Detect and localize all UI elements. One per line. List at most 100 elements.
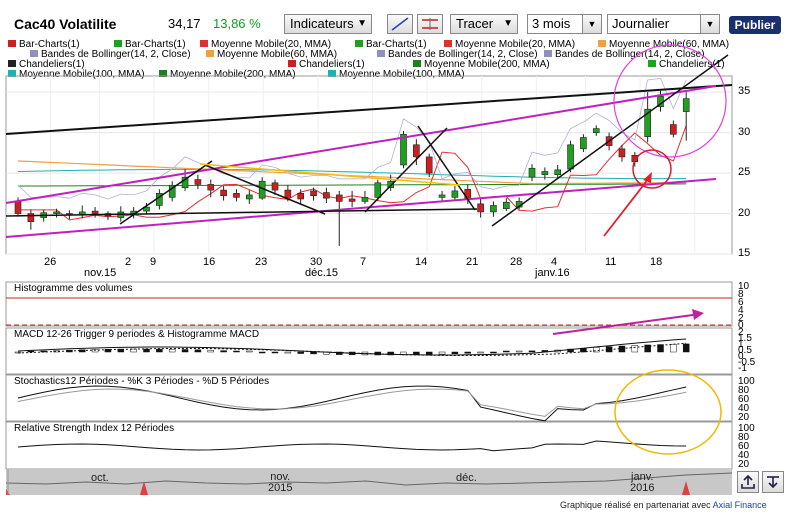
x-tick-label: 18 xyxy=(650,256,663,268)
price-y-tick: 30 xyxy=(738,125,751,138)
footer-text: Graphique réalisé en partenariat avec xyxy=(560,500,711,510)
macd-histogram-bar xyxy=(425,351,433,355)
macd-histogram-bar xyxy=(528,350,536,353)
x-tick-label: 28 xyxy=(510,256,523,268)
candle-body xyxy=(413,144,420,158)
candle-body xyxy=(271,182,279,191)
trendline-up-1 xyxy=(119,160,213,225)
macd-histogram-bar xyxy=(271,351,279,354)
candle-body xyxy=(348,198,356,202)
macd-histogram-bar xyxy=(156,348,163,353)
x-month-label: janv.16 xyxy=(535,267,570,279)
macd-histogram-bar xyxy=(490,351,497,354)
candle-body xyxy=(682,98,690,112)
macd-histogram-bar xyxy=(451,351,459,354)
rsi-y-tick: 20 xyxy=(738,459,750,470)
yellow-trendline xyxy=(199,163,461,186)
candle-body xyxy=(310,190,317,197)
candle-body xyxy=(207,184,215,191)
macd-histogram-bar xyxy=(207,349,214,353)
macd-histogram-bar xyxy=(27,350,35,353)
macd-histogram-bar xyxy=(143,348,150,353)
candle-body xyxy=(490,205,497,213)
candle-body xyxy=(592,128,600,133)
candle-body xyxy=(554,169,562,176)
candle-body xyxy=(477,203,484,213)
candle-body xyxy=(374,182,382,198)
macd-y-tick: -1 xyxy=(738,363,747,374)
price-y-tick: 20 xyxy=(738,206,751,219)
stoch-k-line xyxy=(17,385,687,422)
candle-body xyxy=(284,189,292,198)
footer-brand-link[interactable]: Axial Finance xyxy=(713,500,767,510)
candle-body xyxy=(567,144,574,170)
macd-histogram-bar xyxy=(477,351,484,354)
candle-body xyxy=(27,213,35,222)
navigator-month-oct: oct. xyxy=(91,472,109,484)
macd-histogram-bar xyxy=(682,343,690,353)
macd-histogram-bar xyxy=(670,343,677,353)
macd-trend-arrow xyxy=(552,313,701,335)
horizontal-support-line xyxy=(5,208,478,217)
x-tick-label: 11 xyxy=(605,256,617,268)
navigator-month-jan: janv. 2016 xyxy=(630,471,655,494)
candle-body xyxy=(618,148,626,158)
rsi-panel-label: Relative Strength Index 12 Périodes xyxy=(14,423,175,434)
x-tick-label: 23 xyxy=(255,256,268,268)
macd-panel-label: MACD 12-26 Trigger 9 periodes & Histogra… xyxy=(14,329,260,340)
arrowhead-red xyxy=(643,172,652,183)
macd-histogram-bar xyxy=(194,349,202,353)
trendline-up-3 xyxy=(491,54,729,227)
volume-panel-label: Histogramme des volumes xyxy=(14,283,133,294)
candle-body xyxy=(53,211,60,214)
footer-credit: Graphique réalisé en partenariat avec Ax… xyxy=(560,500,767,510)
candle-body xyxy=(528,167,536,178)
navigator-volatility-line xyxy=(6,469,732,495)
navigator-month-nov: nov. 2015 xyxy=(268,471,293,494)
macd-histogram-bar xyxy=(220,350,227,353)
candle-body xyxy=(194,179,202,185)
time-navigator[interactable]: oct. nov. 2015 déc. janv. 2016 xyxy=(6,469,732,495)
candle-body xyxy=(323,192,330,199)
x-tick-label: 16 xyxy=(203,256,216,268)
arrowhead-magenta xyxy=(692,309,704,320)
macd-histogram-bar xyxy=(464,351,471,354)
candle-body xyxy=(297,193,305,200)
price-y-tick: 35 xyxy=(738,85,751,98)
candle-body xyxy=(233,193,240,198)
export-down-button[interactable] xyxy=(762,471,784,493)
candle-body xyxy=(438,194,446,198)
rsi-line xyxy=(17,440,687,452)
stoch-panel-label: Stochastics12 Périodes - %K 3 Périodes -… xyxy=(14,376,270,387)
highlight-ellipse-yellow xyxy=(614,369,722,455)
candle-body xyxy=(580,137,587,150)
x-tick-label: 9 xyxy=(150,256,157,268)
macd-histogram-bar xyxy=(310,351,317,355)
x-month-label: déc.15 xyxy=(305,267,339,279)
candle-body xyxy=(502,201,510,209)
macd-histogram-bar xyxy=(168,349,176,353)
price-y-tick: 15 xyxy=(738,247,751,259)
macd-histogram-bar xyxy=(503,350,510,353)
macd-histogram-bar xyxy=(515,350,523,353)
macd-histogram-bar xyxy=(246,350,253,353)
candle-body xyxy=(14,201,22,214)
candle-body xyxy=(91,210,99,214)
x-tick-label: 21 xyxy=(466,256,479,268)
candle-body xyxy=(670,124,677,135)
macd-histogram-bar xyxy=(297,351,304,354)
candle-body xyxy=(400,133,407,166)
chart-area xyxy=(5,44,733,470)
x-tick-label: 2 xyxy=(125,256,132,268)
price-y-tick: 25 xyxy=(738,166,751,179)
export-up-button[interactable] xyxy=(737,471,759,493)
candle-body xyxy=(451,190,459,198)
navigator-month-dec: déc. xyxy=(456,472,477,484)
candle-body xyxy=(541,171,549,176)
macd-histogram-bar xyxy=(258,351,266,354)
upload-icon xyxy=(741,474,755,489)
macd-histogram-bar xyxy=(233,350,240,353)
x-month-label: nov.15 xyxy=(84,267,117,279)
x-tick-label: 26 xyxy=(44,256,57,268)
stoch-d-line xyxy=(17,388,687,417)
